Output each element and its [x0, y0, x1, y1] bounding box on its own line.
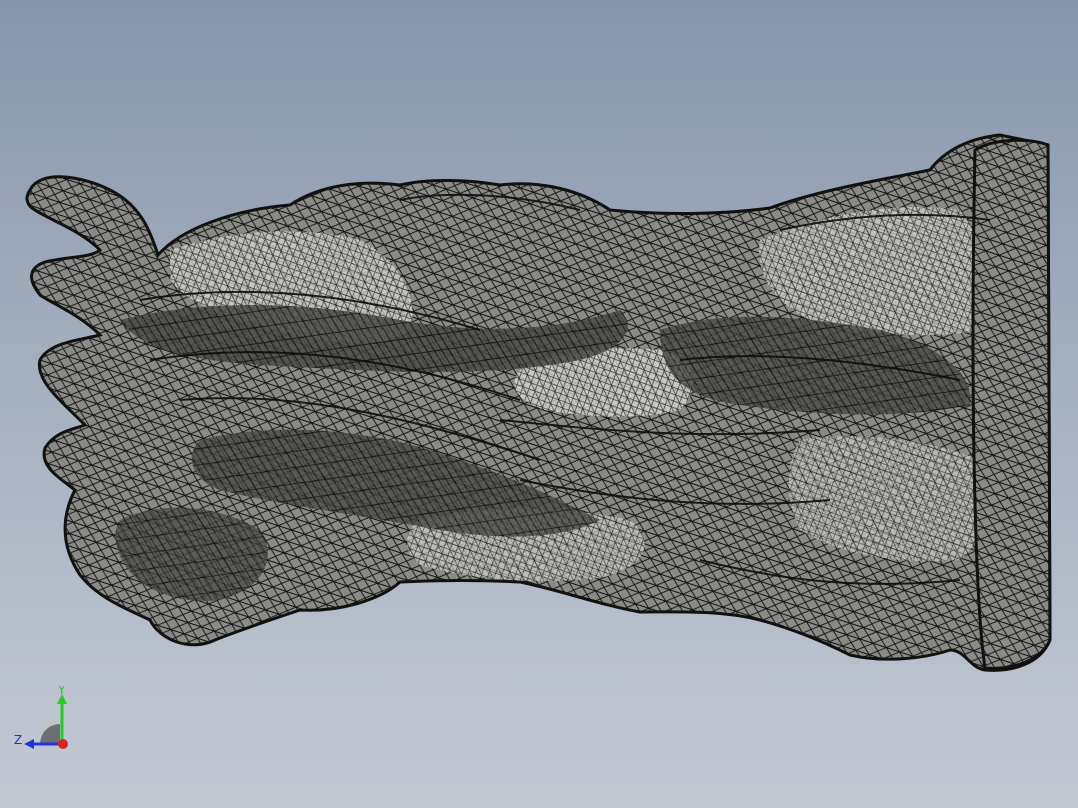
z-axis-arrow-icon — [24, 739, 34, 749]
mesh-model[interactable] — [0, 0, 1078, 808]
z-axis-label: Z — [14, 733, 22, 747]
view-triad: Y Z — [14, 686, 68, 749]
graphics-viewport[interactable]: Y Z — [0, 0, 1078, 808]
y-axis-label: Y — [57, 686, 66, 697]
x-axis-dot-icon — [58, 739, 68, 749]
